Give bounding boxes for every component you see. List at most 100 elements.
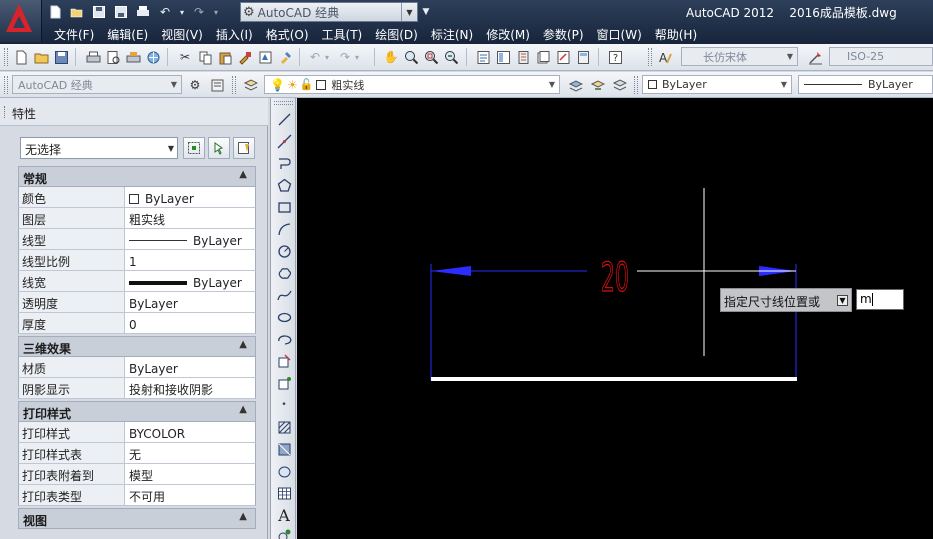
drawing-area[interactable]: 20 指定尺寸线位置或 ▼ m	[297, 98, 933, 539]
dynamic-input-field[interactable]: m	[856, 289, 904, 310]
undo-dropdown-icon[interactable]: ▾	[178, 4, 186, 20]
property-row[interactable]: 线型 ByLayer	[18, 229, 256, 250]
collapse-caret-icon[interactable]: ▲	[239, 169, 247, 180]
plot-preview-icon[interactable]	[104, 48, 122, 66]
save-icon[interactable]	[52, 48, 70, 66]
dimension-style-combo[interactable]: ISO-25	[829, 47, 933, 66]
collapse-caret-icon[interactable]: ▲	[239, 404, 247, 415]
collapse-caret-icon[interactable]: ▲	[239, 339, 247, 350]
workspace-settings-icon[interactable]: ⚙	[186, 76, 204, 94]
rectangle-icon[interactable]	[275, 198, 293, 216]
menu-dimension[interactable]: 标注(N)	[418, 26, 473, 43]
publish-icon[interactable]	[124, 48, 142, 66]
property-row[interactable]: 打印表附着到 模型	[18, 464, 256, 485]
property-row[interactable]: 颜色 ByLayer	[18, 187, 256, 208]
section-header[interactable]: 常规 ▲	[18, 166, 256, 187]
quick-select-button[interactable]	[233, 137, 255, 159]
ellipse-icon[interactable]	[275, 308, 293, 326]
menu-tools[interactable]: 工具(T)	[309, 26, 363, 43]
property-row[interactable]: 阴影显示 投射和接收阴影	[18, 378, 256, 399]
make-block-icon[interactable]	[275, 374, 293, 392]
property-row[interactable]: 打印样式表无	[18, 443, 256, 464]
3d-dwf-icon[interactable]	[144, 48, 162, 66]
gradient-icon[interactable]	[275, 440, 293, 458]
plot-icon[interactable]	[84, 48, 102, 66]
paste-icon[interactable]	[216, 48, 234, 66]
revision-cloud-icon[interactable]	[275, 264, 293, 282]
property-value[interactable]: 模型	[125, 464, 255, 484]
property-value[interactable]: 投射和接收阴影	[125, 378, 255, 398]
plot-icon[interactable]	[134, 4, 152, 20]
drawing-canvas[interactable]: 20	[297, 98, 933, 539]
customize-qat-icon[interactable]: ▼	[420, 3, 432, 21]
pan-hand-icon[interactable]: ✋	[382, 48, 400, 66]
toolbar-grip[interactable]	[4, 76, 8, 94]
property-value[interactable]: ByLayer	[125, 357, 255, 377]
cut-icon[interactable]: ✂	[176, 48, 194, 66]
menu-insert[interactable]: 插入(I)	[203, 26, 253, 43]
property-value[interactable]: ByLayer	[125, 292, 255, 312]
workspace-combo[interactable]: AutoCAD 经典 ▼	[12, 75, 182, 94]
property-row[interactable]: 线型比例 1	[18, 250, 256, 271]
block-editor-icon[interactable]	[256, 48, 274, 66]
zoom-window-icon[interactable]	[422, 48, 440, 66]
help-icon[interactable]: ?	[606, 48, 624, 66]
polygon-icon[interactable]	[275, 176, 293, 194]
menu-parametric[interactable]: 参数(P)	[530, 26, 584, 43]
open-icon[interactable]	[68, 4, 86, 20]
paint-brush-icon[interactable]	[276, 48, 294, 66]
insert-block-icon[interactable]	[275, 352, 293, 370]
save-icon[interactable]	[90, 4, 108, 20]
toolbar-grip[interactable]	[274, 101, 293, 105]
toggle-pickadd-button[interactable]	[183, 137, 205, 159]
properties-icon[interactable]	[474, 48, 492, 66]
arc-icon[interactable]	[275, 220, 293, 238]
layer-previous-icon[interactable]	[588, 76, 606, 94]
make-current-layer-icon[interactable]	[566, 76, 584, 94]
section-header[interactable]: 打印样式 ▲	[18, 401, 256, 422]
property-value[interactable]: ByLayer	[125, 187, 255, 207]
menu-view[interactable]: 视图(V)	[148, 26, 203, 43]
property-value[interactable]: BYCOLOR	[125, 422, 255, 442]
property-value[interactable]: ByLayer	[125, 229, 255, 249]
zoom-realtime-icon[interactable]	[402, 48, 420, 66]
section-header[interactable]: 视图 ▲	[18, 508, 256, 529]
palette-title-bar[interactable]: 特性	[0, 98, 268, 126]
toolbar-grip[interactable]	[232, 76, 236, 94]
property-row[interactable]: 厚度 0	[18, 313, 256, 334]
circle-icon[interactable]	[275, 242, 293, 260]
text-style-icon[interactable]: A	[656, 48, 674, 66]
toolbar-grip[interactable]	[648, 48, 652, 66]
menu-edit[interactable]: 编辑(E)	[94, 26, 148, 43]
copy-clip-icon[interactable]	[196, 48, 214, 66]
property-row[interactable]: 打印表类型 不可用	[18, 485, 256, 506]
new-icon[interactable]	[46, 4, 64, 20]
select-objects-button[interactable]	[208, 137, 230, 159]
property-value[interactable]: 不可用	[125, 485, 255, 505]
menu-format[interactable]: 格式(O)	[253, 26, 309, 43]
color-combo[interactable]: ByLayer ▼	[642, 75, 792, 94]
construction-line-icon[interactable]	[275, 132, 293, 150]
quickcalc-icon[interactable]	[574, 48, 592, 66]
spline-icon[interactable]	[275, 286, 293, 304]
section-header[interactable]: 三维效果 ▲	[18, 336, 256, 357]
layer-combo[interactable]: 💡 ☀ 🔓 粗实线 ▼	[264, 75, 560, 94]
line-icon[interactable]	[275, 110, 293, 128]
property-value[interactable]: ByLayer	[125, 271, 255, 291]
property-row[interactable]: 线宽 ByLayer	[18, 271, 256, 292]
qnew-icon[interactable]	[12, 48, 30, 66]
text-style-combo[interactable]: 长仿宋体 ▼	[681, 47, 798, 66]
save-as-icon[interactable]	[112, 4, 130, 20]
dimension-text[interactable]: 20	[601, 253, 630, 301]
hatch-icon[interactable]	[275, 418, 293, 436]
region-icon[interactable]	[275, 462, 293, 480]
tool-palettes-icon[interactable]	[514, 48, 532, 66]
property-row[interactable]: 图层 粗实线	[18, 208, 256, 229]
open-icon[interactable]	[32, 48, 50, 66]
multiline-text-icon[interactable]: A	[275, 506, 293, 525]
redo-icon[interactable]: ↷	[190, 4, 208, 20]
menu-draw[interactable]: 绘图(D)	[362, 26, 418, 43]
workspace-save-icon[interactable]	[208, 76, 226, 94]
collapse-caret-icon[interactable]: ▲	[239, 511, 247, 522]
redo-dropdown-icon[interactable]: ▾	[212, 4, 220, 20]
